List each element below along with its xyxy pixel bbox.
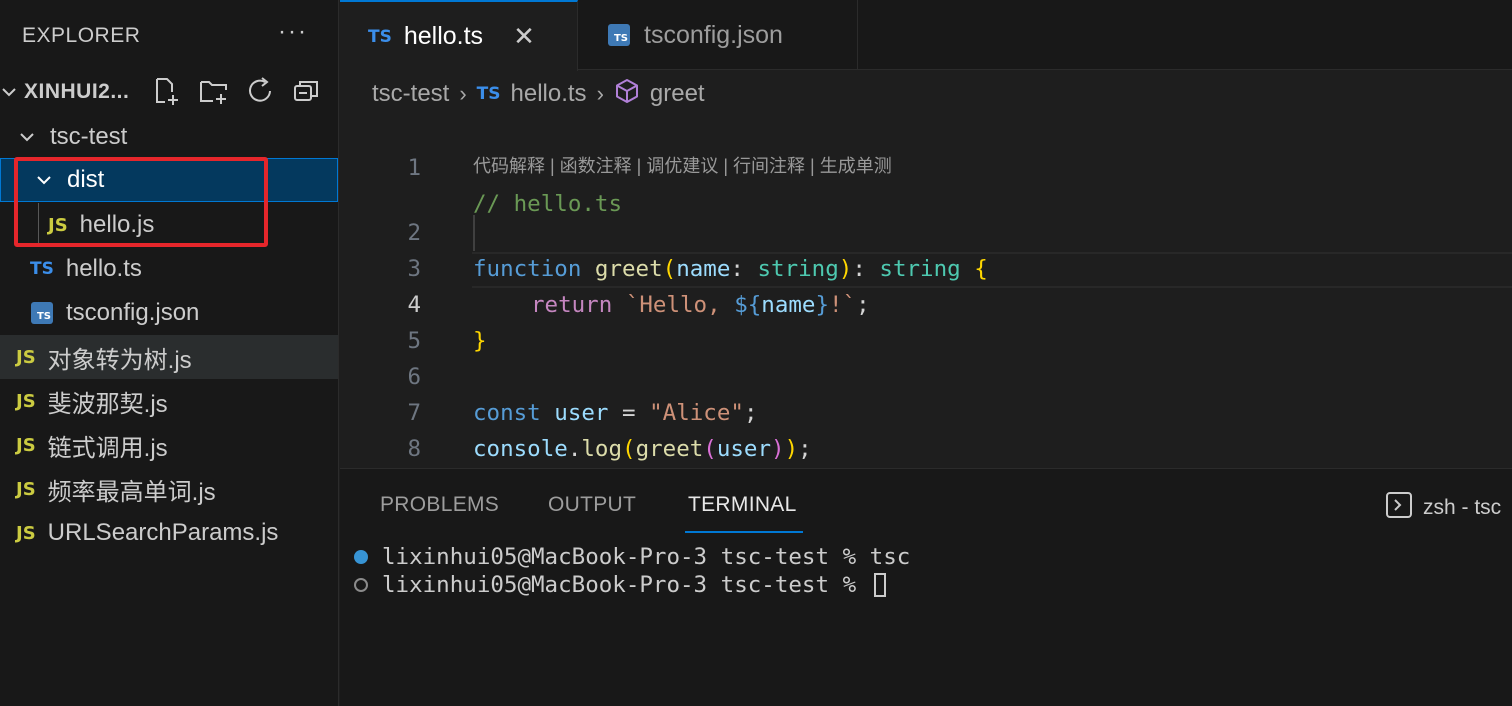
- code-line[interactable]: 2 function greet(name: string): string {: [340, 179, 1512, 282]
- terminal-text: lixinhui05@MacBook-Pro-3 tsc-test %: [382, 572, 870, 598]
- breadcrumb: tsc-test › TS hello.ts › greet: [372, 78, 705, 110]
- new-folder-icon[interactable]: [198, 76, 230, 106]
- tree-item-label: tsconfig.json: [66, 299, 200, 326]
- terminal-text: lixinhui05@MacBook-Pro-3 tsc-test % tsc: [382, 544, 911, 570]
- tsconfig-file-icon: TS: [31, 302, 53, 324]
- code-line[interactable]: 3 return `Hello, ${name}!`;: [340, 215, 1512, 318]
- tree-item-label: 斐波那契.js: [47, 390, 168, 418]
- code-line[interactable]: 6 const user = "Alice";: [340, 323, 1512, 426]
- js-file-icon: JS: [16, 390, 36, 412]
- tree-file-tsconfig[interactable]: TS tsconfig.json: [0, 291, 338, 335]
- codelens-actions[interactable]: 代码解释 | 函数注释 | 调优建议 | 行间注释 | 生成单测: [473, 152, 892, 178]
- tree-item-label: tsc-test: [50, 123, 128, 150]
- tree-file-js[interactable]: JS URLSearchParams.js: [0, 511, 338, 555]
- breadcrumb-file[interactable]: hello.ts: [511, 80, 587, 108]
- editor-tabs: TS hello.ts ✕ TS tsconfig.json: [340, 0, 1512, 71]
- tree-item-label: 链式调用.js: [47, 434, 168, 462]
- js-file-icon: JS: [16, 522, 36, 544]
- cube-symbol-icon: [614, 78, 640, 111]
- tree-item-label: URLSearchParams.js: [47, 519, 279, 546]
- ts-file-icon: TS: [30, 259, 54, 279]
- explorer-sidebar: EXPLORER ··· XINHUI2... tsc-test dist JS…: [0, 0, 339, 706]
- new-file-icon[interactable]: [152, 76, 182, 106]
- breadcrumb-folder[interactable]: tsc-test: [372, 80, 449, 108]
- tree-file-hello-js[interactable]: JS hello.js: [0, 203, 338, 247]
- code-line[interactable]: 5: [340, 287, 1512, 354]
- refresh-icon[interactable]: [246, 76, 276, 106]
- collapse-all-icon[interactable]: [292, 76, 320, 106]
- tab-problems[interactable]: PROBLEMS: [380, 493, 499, 517]
- code-token: ;: [798, 436, 812, 462]
- code-line[interactable]: 4 }: [340, 251, 1512, 354]
- tree-item-label: hello.js: [79, 211, 155, 238]
- terminal-instance[interactable]: zsh - tsc: [1385, 491, 1501, 525]
- code-line[interactable]: 7 console.log(greet(user));: [340, 359, 1512, 462]
- tab-output[interactable]: OUTPUT: [548, 493, 636, 517]
- code-token: console: [473, 436, 568, 462]
- chevron-right-icon: ›: [596, 81, 604, 106]
- tab-hello-ts[interactable]: TS hello.ts ✕: [340, 0, 578, 71]
- command-pending-icon: [354, 578, 368, 592]
- ts-file-icon: TS: [476, 84, 501, 104]
- tree-file-js[interactable]: JS 斐波那契.js: [0, 379, 338, 423]
- tab-label: tsconfig.json: [644, 20, 783, 49]
- tree-file-js[interactable]: JS 频率最高单词.js: [0, 467, 338, 511]
- chevron-down-icon: [18, 128, 36, 146]
- ts-file-icon: TS: [368, 26, 392, 47]
- tree-item-label: 频率最高单词.js: [47, 478, 216, 506]
- tree-file-js[interactable]: JS 链式调用.js: [0, 423, 338, 467]
- workspace-name: XINHUI2...: [24, 80, 130, 103]
- code-line[interactable]: 1 // hello.ts: [340, 114, 1512, 217]
- chevron-down-icon: [0, 83, 18, 101]
- js-file-icon: JS: [16, 346, 36, 368]
- terminal-line: lixinhui05@MacBook-Pro-3 tsc-test % tsc: [354, 544, 910, 570]
- code-token: ): [784, 436, 799, 462]
- chevron-right-icon: ›: [459, 81, 467, 106]
- explorer-title: EXPLORER: [22, 24, 141, 47]
- tab-tsconfig[interactable]: TS tsconfig.json: [578, 0, 858, 70]
- code-token: ): [771, 436, 785, 462]
- code-token: .: [567, 436, 582, 462]
- tsconfig-file-icon: TS: [608, 24, 630, 46]
- js-file-icon: JS: [48, 214, 68, 236]
- code-token: log: [581, 436, 623, 462]
- js-file-icon: JS: [16, 478, 36, 500]
- bottom-panel: PROBLEMS OUTPUT TERMINAL zsh - tsc lixin…: [340, 468, 1512, 706]
- tree-file-hello-ts[interactable]: TS hello.ts: [0, 247, 338, 291]
- line-number: 8: [407, 436, 421, 462]
- breadcrumb-symbol[interactable]: greet: [650, 80, 705, 108]
- terminal-name: zsh - tsc: [1423, 496, 1502, 519]
- terminal-icon: [1385, 491, 1413, 525]
- active-tab-indicator: [685, 531, 803, 533]
- terminal-line[interactable]: lixinhui05@MacBook-Pro-3 tsc-test %: [354, 572, 886, 598]
- tab-terminal[interactable]: TERMINAL: [688, 493, 797, 517]
- tree-file-js[interactable]: JS 对象转为树.js: [0, 335, 338, 379]
- tab-label: hello.ts: [403, 22, 484, 50]
- tree-item-label: dist: [67, 166, 105, 193]
- code-token: (: [703, 436, 717, 462]
- tree-folder-tsc-test[interactable]: tsc-test: [0, 115, 338, 159]
- tree-item-label: hello.ts: [65, 255, 142, 282]
- terminal-cursor: [873, 573, 886, 597]
- tree-folder-dist[interactable]: dist: [0, 158, 338, 202]
- code-token: user: [716, 436, 772, 462]
- tree-item-label: 对象转为树.js: [47, 346, 192, 374]
- code-token: greet: [635, 436, 704, 462]
- js-file-icon: JS: [16, 434, 36, 456]
- close-icon[interactable]: ✕: [513, 21, 535, 52]
- chevron-down-icon: [35, 171, 53, 189]
- code-line[interactable]: 8: [340, 395, 1512, 462]
- code-token: (: [622, 436, 636, 462]
- more-actions-icon[interactable]: ···: [278, 18, 308, 46]
- workspace-actions: [152, 76, 320, 106]
- command-success-icon: [354, 550, 368, 564]
